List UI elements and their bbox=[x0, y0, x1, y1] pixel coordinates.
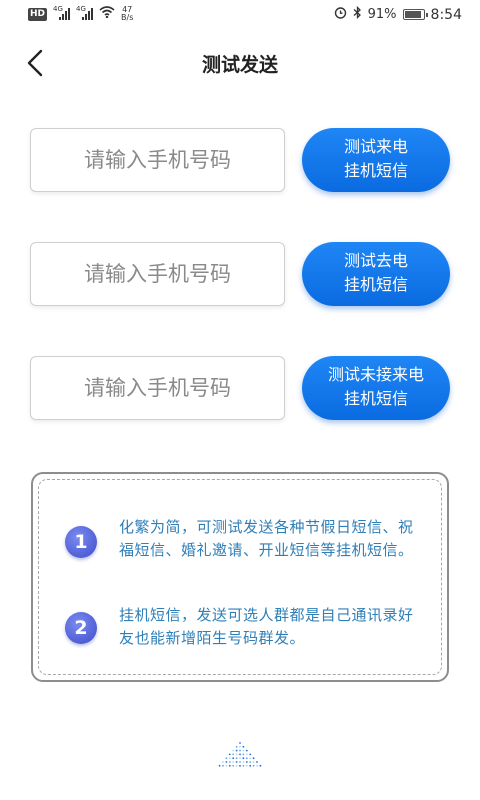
signal-icon-2: 4G bbox=[76, 5, 94, 20]
phone-input-missed[interactable] bbox=[30, 356, 285, 420]
button-label-line1: 测试来电 bbox=[343, 139, 408, 156]
button-label-line1: 测试去电 bbox=[343, 253, 408, 270]
test-row-outgoing: 测试去电 挂机短信 bbox=[30, 242, 450, 308]
alarm-icon bbox=[334, 6, 347, 23]
bluetooth-icon bbox=[353, 5, 362, 23]
info-box: 1 化繁为简，可测试发送各种节假日短信、祝福短信、婚礼邀请、开业短信等挂机短信。… bbox=[31, 472, 449, 682]
number-badge-2: 2 bbox=[65, 612, 97, 644]
info-box-inner: 1 化繁为简，可测试发送各种节假日短信、祝福短信、婚礼邀请、开业短信等挂机短信。… bbox=[38, 479, 442, 675]
screen: HD 4G 4G 47 B/s 91% 8:54 测试发送 请输入手机号码 测试… bbox=[0, 0, 480, 800]
test-missed-call-hangup-sms-button[interactable]: 测试未接来电 挂机短信 bbox=[302, 356, 450, 420]
brand-logo-icon bbox=[213, 740, 267, 770]
info-text-1: 化繁为简，可测试发送各种节假日短信、祝福短信、婚礼邀请、开业短信等挂机短信。 bbox=[119, 518, 414, 559]
number-badge-1: 1 bbox=[65, 526, 97, 558]
signal-icon: 4G bbox=[53, 5, 71, 20]
clock-time: 8:54 bbox=[430, 6, 462, 23]
status-left: HD 4G 4G 47 B/s bbox=[28, 5, 133, 22]
network-speed: 47 B/s bbox=[121, 6, 133, 22]
signal-tag-2: 4G bbox=[76, 5, 86, 13]
button-label-line2: 挂机短信 bbox=[343, 163, 408, 180]
nav-bar: 测试发送 bbox=[0, 40, 480, 86]
info-item-2: 2 挂机短信，发送可选人群都是自己通讯录好友也能新增陌生号码群发。 bbox=[65, 604, 427, 654]
signal-tag: 4G bbox=[53, 5, 63, 13]
button-label-line2: 挂机短信 bbox=[343, 277, 408, 294]
page-title: 测试发送 bbox=[201, 54, 278, 76]
info-item-1: 1 化繁为简，可测试发送各种节假日短信、祝福短信、婚礼邀请、开业短信等挂机短信。 bbox=[65, 516, 427, 596]
status-right: 91% 8:54 bbox=[334, 5, 462, 23]
wifi-icon bbox=[99, 6, 115, 22]
hd-badge: HD bbox=[28, 7, 48, 21]
test-incoming-hangup-sms-button[interactable]: 测试来电 挂机短信 bbox=[302, 128, 450, 192]
status-bar: HD 4G 4G 47 B/s 91% 8:54 bbox=[0, 0, 480, 30]
test-row-missed: 测试未接来电 挂机短信 bbox=[30, 356, 450, 422]
test-row-incoming: 测试来电 挂机短信 bbox=[30, 128, 450, 194]
info-text-2: 挂机短信，发送可选人群都是自己通讯录好友也能新增陌生号码群发。 bbox=[119, 606, 414, 647]
battery-icon bbox=[402, 9, 428, 20]
button-label-line1: 测试未接来电 bbox=[327, 367, 424, 384]
battery-percent: 91% bbox=[367, 7, 397, 22]
phone-input-incoming[interactable] bbox=[30, 128, 285, 192]
phone-input-outgoing[interactable] bbox=[30, 242, 285, 306]
test-outgoing-hangup-sms-button[interactable]: 测试去电 挂机短信 bbox=[302, 242, 450, 306]
button-label-line2: 挂机短信 bbox=[343, 391, 408, 408]
speed-unit: B/s bbox=[121, 13, 134, 22]
